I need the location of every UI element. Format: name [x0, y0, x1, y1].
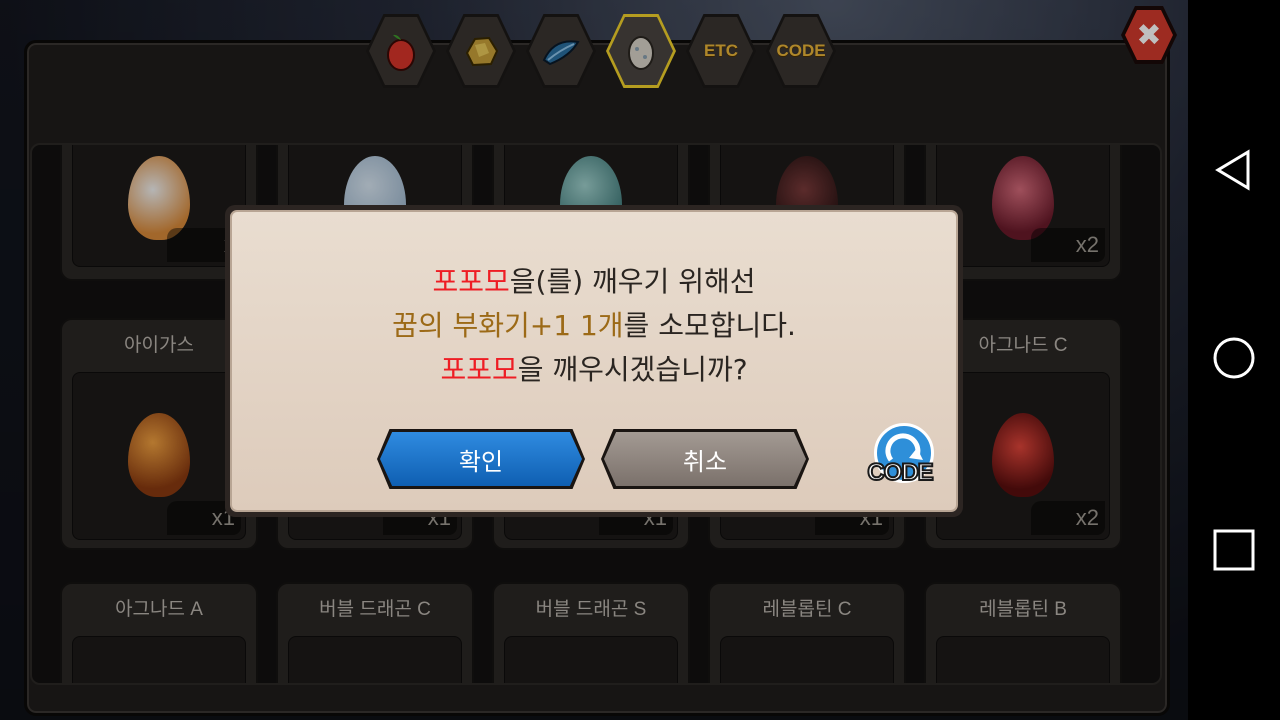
home-circle-icon [1213, 337, 1255, 379]
recents-button[interactable] [1188, 510, 1280, 590]
consumed-item: 꿈의 부화기+1 1개 [392, 309, 624, 342]
back-button[interactable] [1188, 130, 1280, 210]
confirm-button[interactable]: 확인 [377, 429, 585, 489]
pet-name: 포포모 [432, 265, 510, 298]
cancel-label: 취소 [604, 432, 806, 486]
dialog-line-2: 꿈의 부화기+1 1개를 소모합니다. [392, 309, 796, 342]
dialog-line-3: 포포모을 깨우시겠습니까? [440, 353, 748, 386]
pet-name: 포포모 [440, 353, 518, 386]
dialog-line-1: 포포모을(를) 깨우기 위해선 [432, 265, 756, 298]
confirm-label: 확인 [380, 432, 582, 486]
cancel-button[interactable]: 취소 [601, 429, 809, 489]
home-button[interactable] [1188, 318, 1280, 398]
recents-square-icon [1213, 529, 1255, 571]
code-badge-label: CODE [866, 458, 934, 487]
system-nav-bar [1188, 0, 1280, 720]
back-triangle-icon [1215, 149, 1250, 191]
code-badge-button[interactable]: CODE [860, 423, 940, 497]
hatch-confirm-dialog: 포포모을(를) 깨우기 위해선 꿈의 부화기+1 1개를 소모합니다. 포포모을… [225, 205, 963, 517]
